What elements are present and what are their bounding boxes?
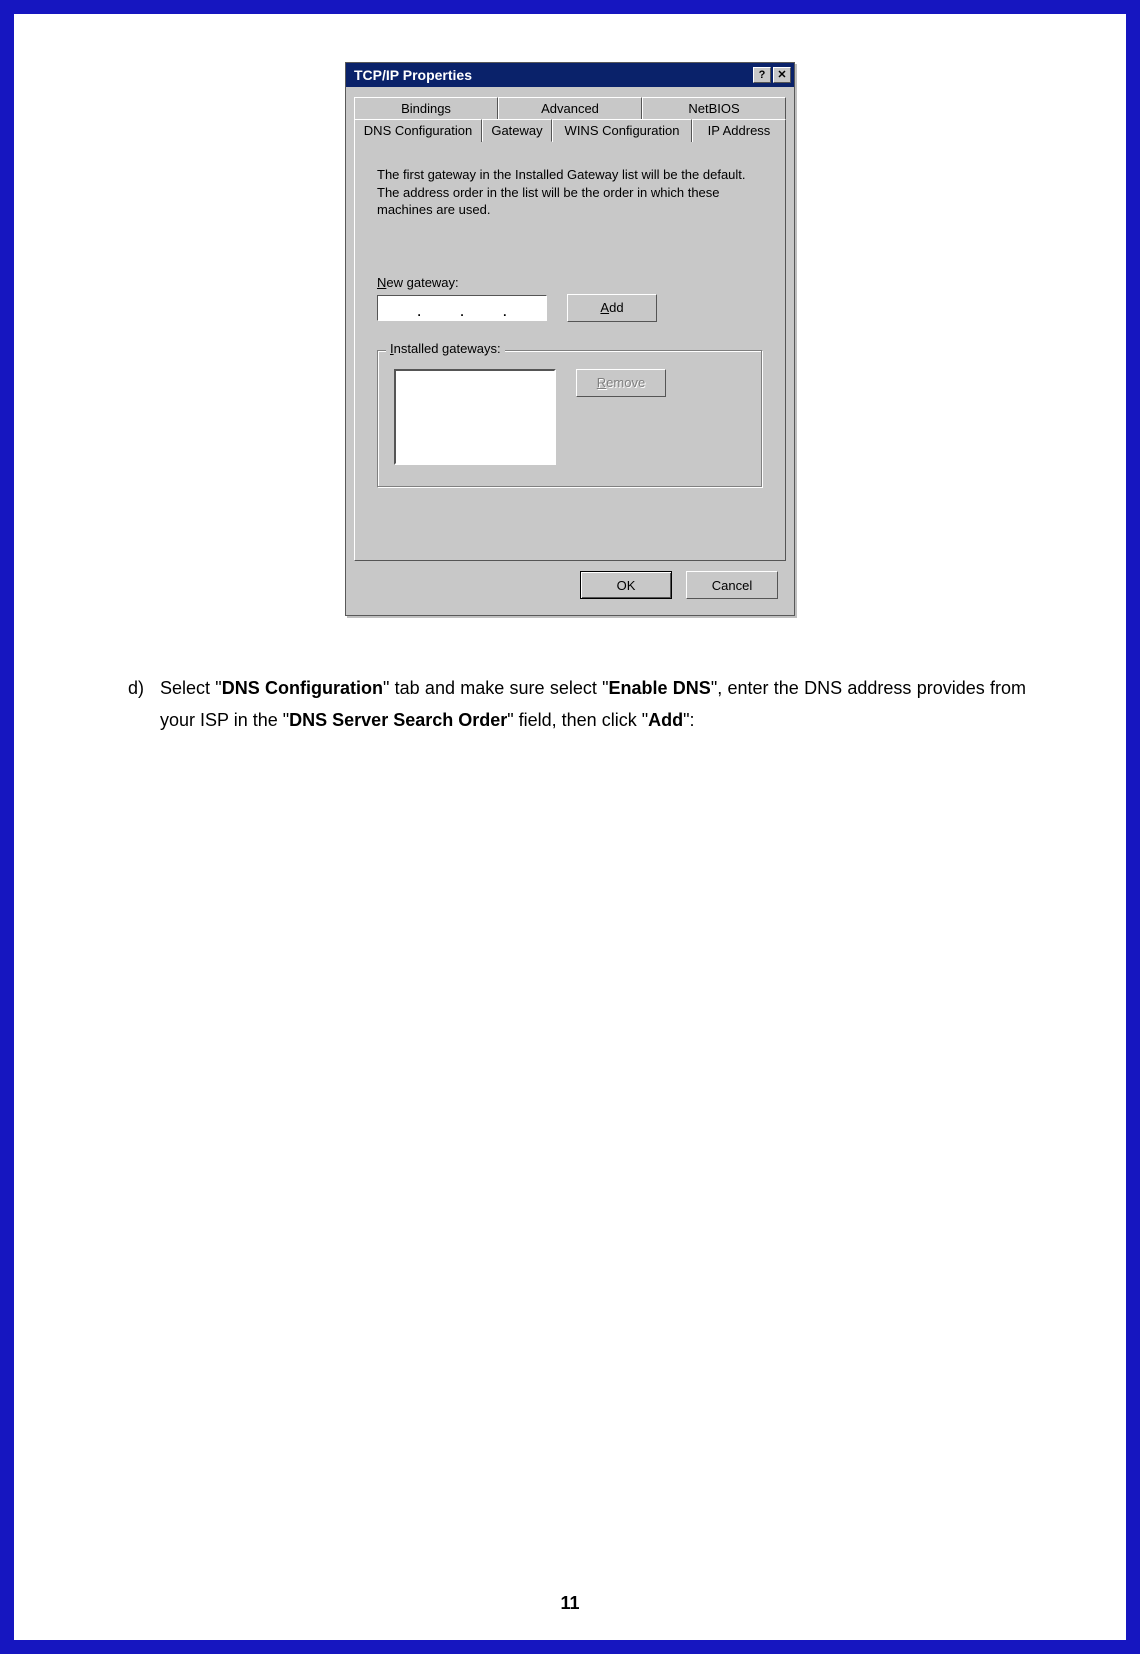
ip-dot-icon: . [503, 306, 506, 318]
add-button[interactable]: Add [567, 294, 657, 322]
tab-panel-gateway: The first gateway in the Installed Gatew… [354, 141, 786, 561]
gateway-description: The first gateway in the Installed Gatew… [377, 166, 763, 219]
close-icon[interactable]: ✕ [773, 67, 791, 83]
installed-gateways-listbox[interactable] [394, 369, 556, 465]
step-marker: d) [114, 672, 160, 737]
tab-gateway[interactable]: Gateway [482, 119, 552, 142]
help-icon[interactable]: ? [753, 67, 771, 83]
tab-dns-configuration[interactable]: DNS Configuration [354, 119, 482, 142]
ok-button[interactable]: OK [580, 571, 672, 599]
ip-dot-icon: . [417, 306, 420, 318]
step-text: Select "DNS Configuration" tab and make … [160, 672, 1026, 737]
ip-dot-icon: . [460, 306, 463, 318]
tab-netbios[interactable]: NetBIOS [642, 97, 786, 119]
installed-gateways-label: Installed gateways: [386, 341, 505, 356]
instruction-step-d: d) Select "DNS Configuration" tab and ma… [114, 672, 1026, 737]
tab-ip-address[interactable]: IP Address [692, 119, 786, 142]
new-gateway-input[interactable]: . . . [377, 295, 547, 321]
remove-button: Remove [576, 369, 666, 397]
dialog-title: TCP/IP Properties [354, 67, 751, 83]
tab-bindings[interactable]: Bindings [354, 97, 498, 119]
tcpip-properties-dialog: TCP/IP Properties ? ✕ Bindings Advanced … [345, 62, 795, 616]
page-number: 11 [14, 1593, 1126, 1614]
tab-wins-configuration[interactable]: WINS Configuration [552, 119, 692, 142]
dialog-titlebar: TCP/IP Properties ? ✕ [346, 63, 794, 87]
new-gateway-label: New gateway: [377, 275, 763, 290]
cancel-button[interactable]: Cancel [686, 571, 778, 599]
installed-gateways-group: Installed gateways: Remove [377, 350, 763, 488]
tab-advanced[interactable]: Advanced [498, 97, 642, 119]
